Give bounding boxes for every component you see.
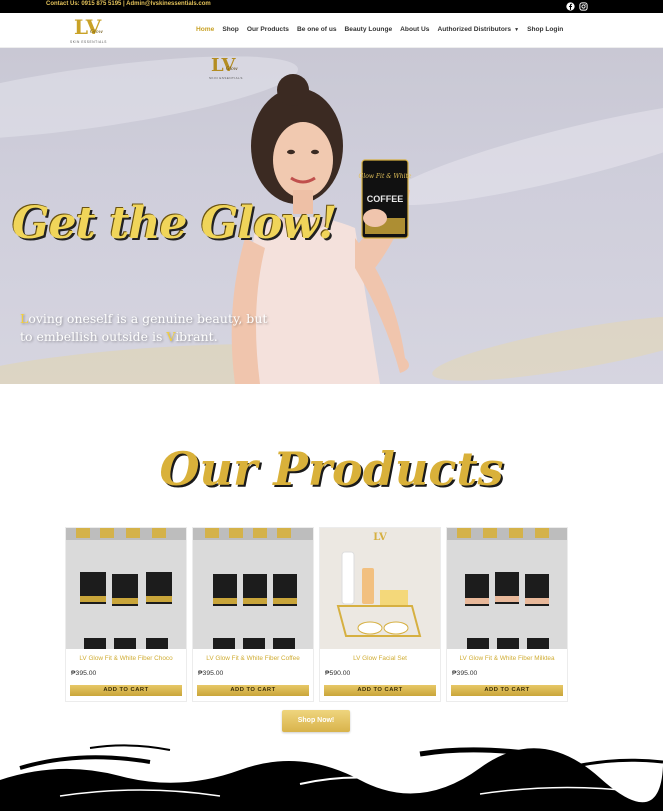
product-image[interactable]	[193, 528, 313, 649]
contact-info: Contact Us: 0915 875 5195 | Admin@lvskin…	[46, 1, 211, 7]
tagline-part-3: V	[166, 329, 176, 344]
nav-about-us[interactable]: About Us	[400, 26, 429, 33]
product-image[interactable]	[447, 528, 567, 649]
hero-banner: LV Glow SKIN ESSENTIALS Glow Fit & White…	[0, 48, 663, 384]
hero-title: Get the Glow!	[12, 198, 338, 249]
add-to-cart-button[interactable]: ADD TO CART	[197, 685, 309, 696]
product-name[interactable]: LV Glow Facial Set	[320, 655, 440, 662]
chevron-down-icon: ▼	[514, 27, 520, 33]
tagline-part-4: ibrant.	[175, 329, 218, 344]
product-price: ₱395.00	[452, 670, 478, 677]
product-price: ₱395.00	[71, 670, 97, 677]
add-to-cart-button[interactable]: ADD TO CART	[70, 685, 182, 696]
add-to-cart-button[interactable]: ADD TO CART	[324, 685, 436, 696]
nav-be-one-of-us[interactable]: Be one of us	[297, 26, 337, 33]
add-to-cart-button[interactable]: ADD TO CART	[451, 685, 563, 696]
hero-tagline: Loving oneself is a genuine beauty, but …	[20, 310, 280, 346]
nav-home[interactable]: Home	[196, 26, 214, 33]
instagram-icon[interactable]	[579, 2, 588, 11]
facebook-icon[interactable]	[566, 2, 575, 11]
product-card[interactable]: LV Glow Fit & White Fiber Milktea ₱395.0…	[446, 527, 568, 702]
product-card[interactable]: LV Glow Fit & White Fiber Coffee ₱395.00…	[192, 527, 314, 702]
tagline-part-2: oving oneself is a genuine beauty, but t…	[20, 311, 268, 344]
section-title-our-products: Our Products	[159, 442, 504, 496]
brush-stroke-divider	[0, 744, 663, 811]
product-name[interactable]: LV Glow Fit & White Fiber Coffee	[193, 655, 313, 662]
product-card[interactable]: LV Glow Fit & White Fiber Choco ₱395.00 …	[65, 527, 187, 702]
product-box-brand: Glow Fit & White	[359, 173, 412, 180]
svg-text:LV: LV	[74, 15, 102, 39]
product-grid: LV Glow Fit & White Fiber Choco ₱395.00 …	[65, 527, 568, 702]
product-box-label: COFFEE	[367, 194, 404, 204]
brand-logo[interactable]: LV Glow SKIN ESSENTIALS	[68, 15, 118, 46]
product-price: ₱590.00	[325, 670, 351, 677]
site-header: LV Glow SKIN ESSENTIALS Home Shop Our Pr…	[0, 13, 663, 48]
svg-text:Glow: Glow	[90, 29, 104, 35]
svg-text:SKIN ESSENTIALS: SKIN ESSENTIALS	[70, 40, 107, 44]
shop-now-button[interactable]: Shop Now!	[282, 710, 350, 732]
main-nav: Home Shop Our Products Be one of us Beau…	[196, 26, 571, 33]
top-contact-bar: Contact Us: 0915 875 5195 | Admin@lvskin…	[0, 0, 663, 13]
svg-text:LV: LV	[373, 532, 387, 543]
product-name[interactable]: LV Glow Fit & White Fiber Milktea	[447, 655, 567, 662]
nav-shop-login[interactable]: Shop Login	[527, 26, 563, 33]
product-card[interactable]: LV LV Glow Facial Set ₱590.00 ADD TO CAR…	[319, 527, 441, 702]
nav-authorized-distributors[interactable]: Authorized Distributors ▼	[437, 26, 519, 33]
nav-beauty-lounge[interactable]: Beauty Lounge	[345, 26, 393, 33]
product-image[interactable]: LV	[320, 528, 440, 649]
nav-shop[interactable]: Shop	[222, 26, 238, 33]
nav-authorized-distributors-label: Authorized Distributors	[437, 26, 512, 33]
nav-our-products[interactable]: Our Products	[247, 26, 289, 33]
product-name[interactable]: LV Glow Fit & White Fiber Choco	[66, 655, 186, 662]
coffee-product-box: Glow Fit & White COFFEE	[359, 159, 412, 239]
page: Contact Us: 0915 875 5195 | Admin@lvskin…	[0, 0, 663, 811]
product-image[interactable]	[66, 528, 186, 649]
product-price: ₱395.00	[198, 670, 224, 677]
